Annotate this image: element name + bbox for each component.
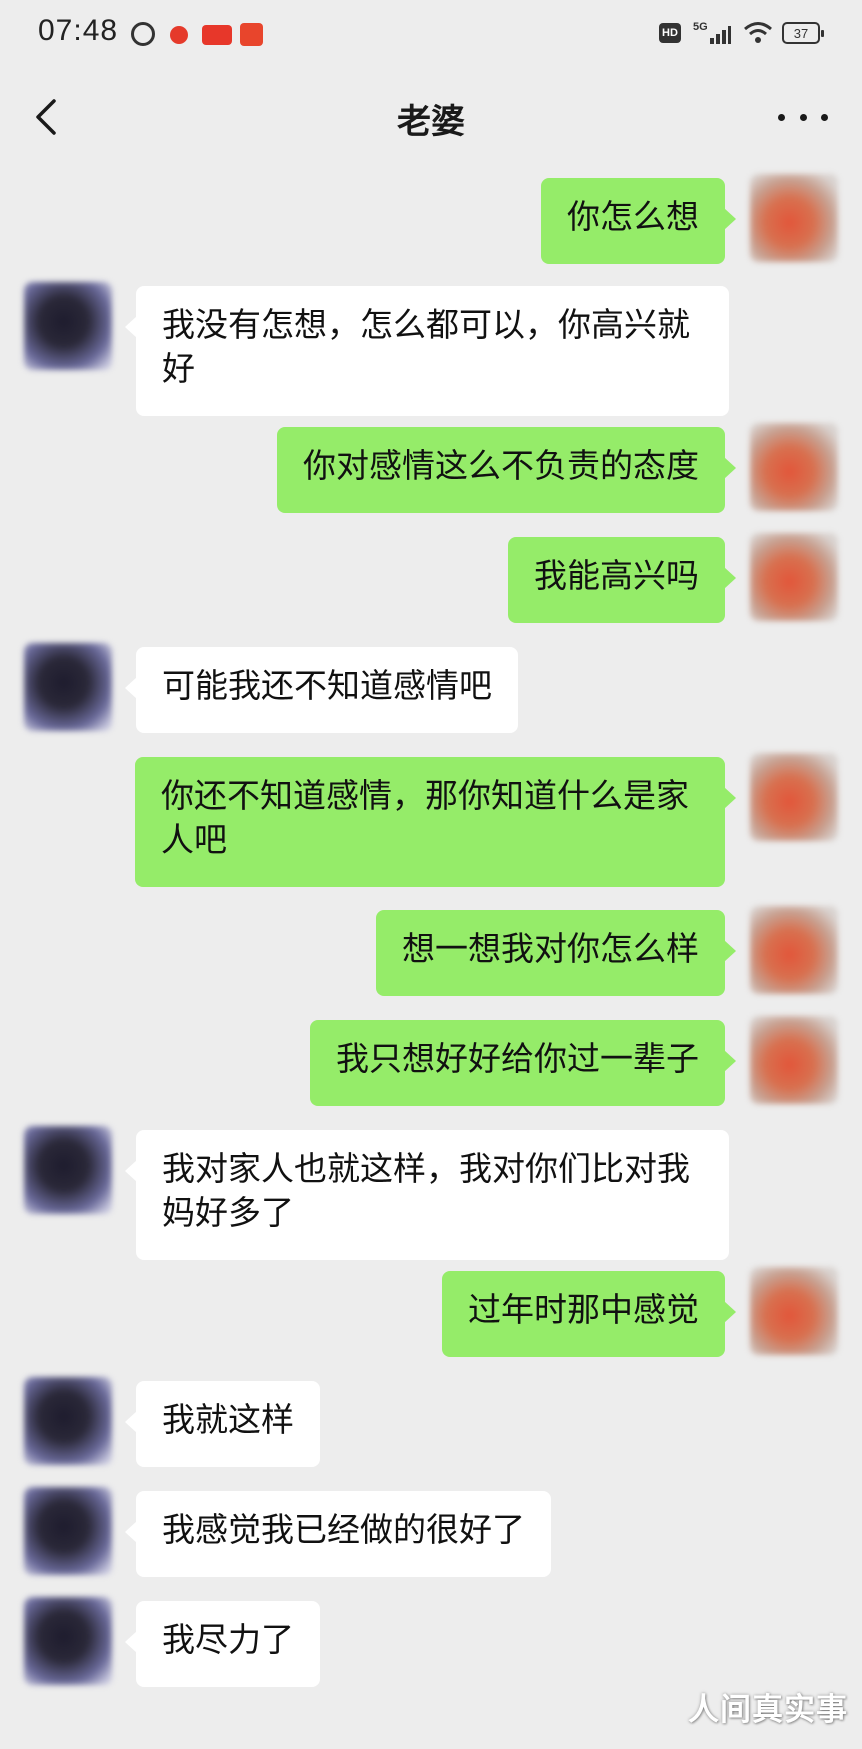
message-bubble[interactable]: 你还不知道感情，那你知道什么是家人吧 [135,757,736,887]
app-notification-icon [170,26,188,44]
contact-avatar[interactable] [24,1126,112,1214]
message-bubble[interactable]: 过年时那中感觉 [442,1271,736,1357]
my-avatar[interactable] [750,174,838,262]
contact-avatar[interactable] [24,282,112,370]
my-avatar[interactable] [750,1016,838,1104]
more-options-button[interactable] [778,102,828,132]
wifi-icon [744,22,772,43]
more-dot-icon [821,113,828,121]
network-type: 5G [693,21,708,33]
message-bubble[interactable]: 你怎么想 [541,178,736,264]
chat-title: 老婆 [397,102,465,142]
battery-icon: 37 [782,22,824,44]
message-bubble[interactable]: 我能高兴吗 [508,537,736,623]
message-bubble[interactable]: 我对家人也就这样，我对你们比对我妈好多了 [125,1130,729,1260]
contact-avatar[interactable] [24,1377,112,1465]
app-notification-icon [202,25,232,45]
message-bubble[interactable]: 想一想我对你怎么样 [376,910,736,996]
message-bubble[interactable]: 可能我还不知道感情吧 [125,647,518,733]
watermark: 人间真实事 [688,1692,848,1728]
more-dot-icon [799,113,807,121]
status-time: 07:48 [38,14,119,47]
more-dot-icon [778,113,785,121]
contact-avatar[interactable] [24,1487,112,1575]
app-notification-icon [131,22,155,46]
message-bubble[interactable]: 我尽力了 [125,1601,320,1687]
chat-header: 老婆 [0,70,862,170]
app-notification-icon [240,23,263,46]
contact-avatar[interactable] [24,1597,112,1685]
my-avatar[interactable] [750,906,838,994]
status-bar: 07:48 HD 5G 37 [0,0,862,70]
message-bubble[interactable]: 我只想好好给你过一辈子 [310,1020,736,1106]
cellular-signal-icon: 5G [693,21,731,44]
my-avatar[interactable] [750,753,838,841]
my-avatar[interactable] [750,1267,838,1355]
message-bubble[interactable]: 你对感情这么不负责的态度 [277,427,736,513]
contact-avatar[interactable] [24,643,112,731]
my-avatar[interactable] [750,423,838,511]
message-bubble[interactable]: 我感觉我已经做的很好了 [125,1491,551,1577]
my-avatar[interactable] [750,533,838,621]
message-bubble[interactable]: 我没有怎想，怎么都可以，你高兴就好 [125,286,729,416]
message-bubble[interactable]: 我就这样 [125,1381,320,1467]
hd-badge: HD [659,23,681,43]
